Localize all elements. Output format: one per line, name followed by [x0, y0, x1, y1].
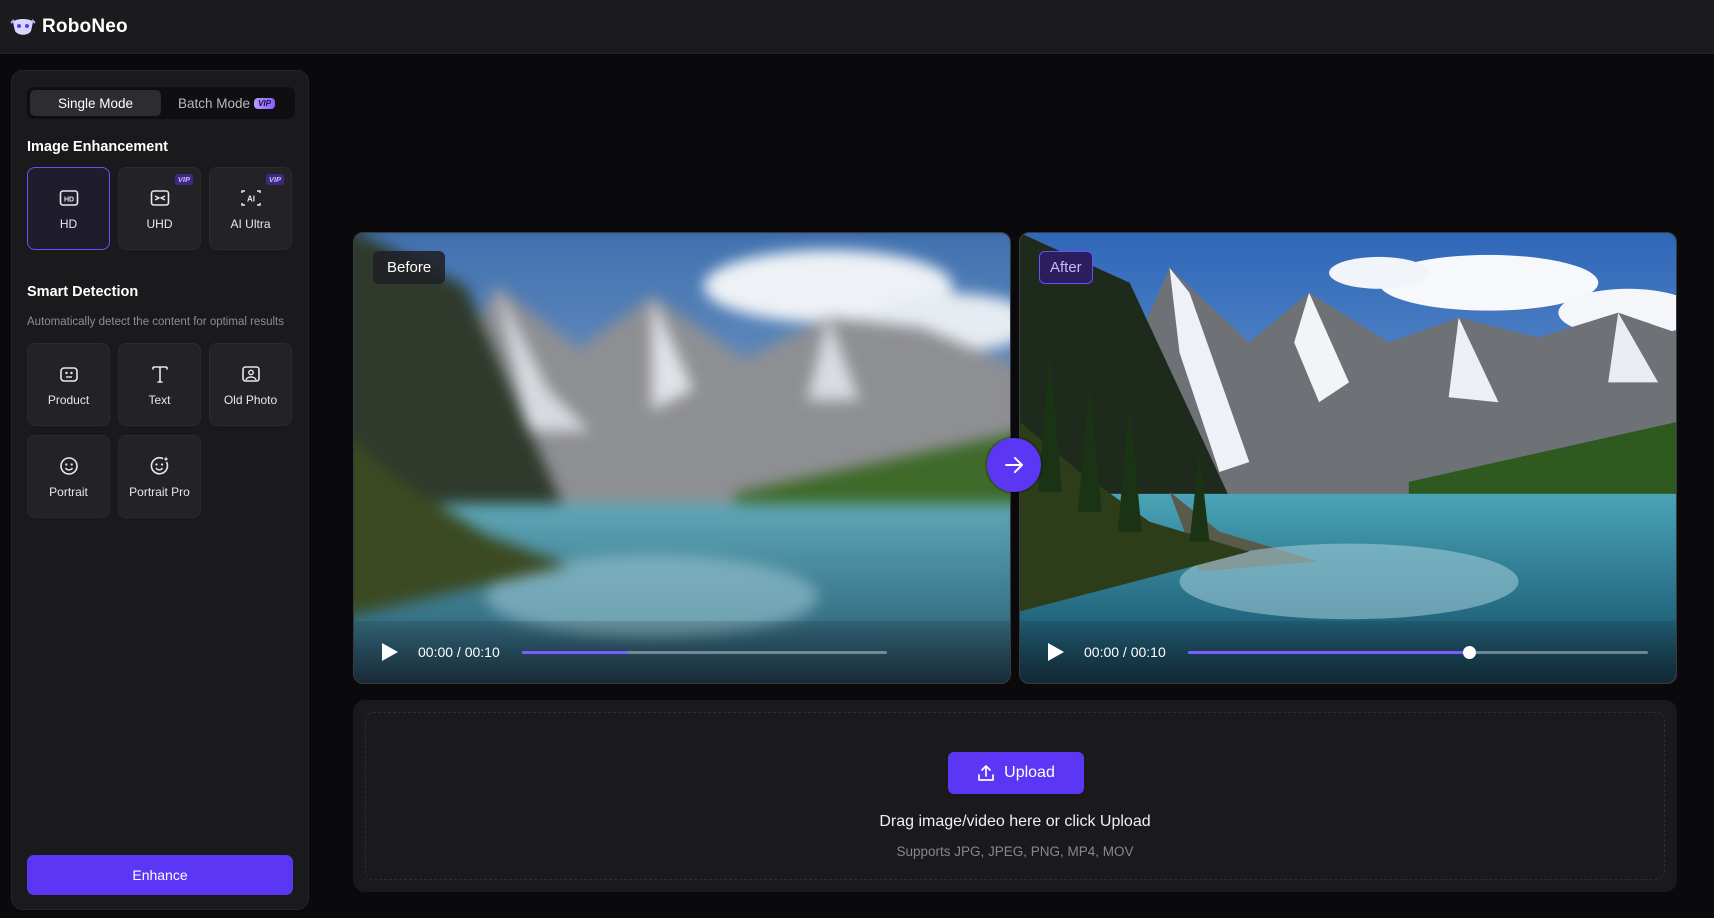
svg-text:AI: AI [247, 194, 255, 203]
option-old-photo-label: Old Photo [223, 392, 278, 407]
option-text[interactable]: Text [118, 343, 201, 426]
upload-formats: Supports JPG, JPEG, PNG, MP4, MOV [896, 844, 1134, 859]
option-product-label: Product [47, 392, 90, 407]
hd-icon: HD [58, 187, 80, 209]
mode-switch: Single Mode Batch Mode VIP [27, 87, 295, 119]
after-progress-knob[interactable] [1462, 645, 1476, 659]
roboneo-logo-icon[interactable] [10, 16, 36, 38]
upload-zone[interactable]: Upload Drag image/video here or click Up… [353, 700, 1677, 892]
after-tag: After [1039, 251, 1093, 284]
before-progress-track[interactable] [522, 650, 887, 654]
option-old-photo[interactable]: Old Photo [209, 343, 292, 426]
text-icon [149, 363, 171, 385]
single-mode-label: Single Mode [57, 95, 134, 111]
option-uhd-label: UHD [146, 216, 173, 231]
option-portrait-label: Portrait [49, 484, 88, 499]
top-bar: RoboNeo [0, 0, 1714, 54]
image-enhancement-title: Image Enhancement [27, 139, 169, 155]
compare-arrow-button[interactable] [987, 438, 1041, 492]
batch-mode-label: Batch Mode [178, 95, 251, 111]
old-photo-icon [240, 363, 262, 385]
before-time: 00:00 / 00:10 [418, 644, 500, 660]
before-image [354, 233, 1010, 683]
upload-button-label: Upload [1004, 764, 1055, 781]
smart-detection-description: Automatically detect the content for opt… [27, 316, 284, 328]
portrait-icon [58, 455, 80, 477]
option-product[interactable]: Product [27, 343, 110, 426]
arrow-right-icon [1005, 457, 1023, 473]
svg-text:HD: HD [63, 196, 73, 203]
option-portrait-pro[interactable]: Portrait Pro [118, 435, 201, 518]
before-video-controls: 00:00 / 00:10 [354, 621, 1010, 683]
ai-ultra-icon: AI [240, 187, 262, 209]
upload-button[interactable]: Upload [948, 752, 1084, 794]
uhd-icon [149, 187, 171, 209]
option-text-label: Text [148, 392, 171, 407]
vip-badge: VIP [265, 174, 284, 185]
enhance-button[interactable]: Enhance [27, 855, 293, 895]
upload-icon [978, 765, 994, 781]
app-name: RoboNeo [42, 15, 128, 37]
option-portrait-pro-label: Portrait Pro [129, 484, 190, 499]
after-video-controls: 00:00 / 00:10 [1020, 621, 1676, 683]
after-preview: After 00:00 / 00:10 [1019, 232, 1677, 684]
single-mode-tab[interactable]: Single Mode [30, 90, 161, 116]
after-time: 00:00 / 00:10 [1084, 644, 1166, 660]
product-icon [58, 363, 80, 385]
smart-detection-title: Smart Detection [27, 284, 139, 300]
vip-badge: VIP [174, 174, 193, 185]
after-image [1020, 233, 1676, 683]
after-progress-fill [1188, 650, 1469, 654]
option-hd[interactable]: HD HD [27, 167, 110, 250]
batch-mode-tab[interactable]: Batch Mode VIP [161, 90, 292, 116]
before-progress-fill [522, 650, 628, 654]
before-tag: Before [373, 251, 446, 284]
option-ai-ultra-label: AI Ultra [230, 216, 271, 231]
before-preview: Before 00:00 / 00:10 [353, 232, 1011, 684]
option-ai-ultra[interactable]: VIP AI AI Ultra [209, 167, 292, 250]
option-portrait[interactable]: Portrait [27, 435, 110, 518]
portrait-pro-icon [149, 455, 171, 477]
after-progress-track[interactable] [1188, 645, 1648, 659]
play-icon[interactable] [378, 641, 400, 663]
option-hd-label: HD [59, 216, 78, 231]
option-uhd[interactable]: VIP UHD [118, 167, 201, 250]
upload-dropzone[interactable]: Upload Drag image/video here or click Up… [365, 712, 1665, 880]
sidebar: Single Mode Batch Mode VIP Image Enhance… [11, 70, 309, 910]
vip-badge: VIP [254, 97, 275, 109]
play-icon[interactable] [1044, 641, 1066, 663]
upload-hint: Drag image/video here or click Upload [879, 813, 1151, 830]
